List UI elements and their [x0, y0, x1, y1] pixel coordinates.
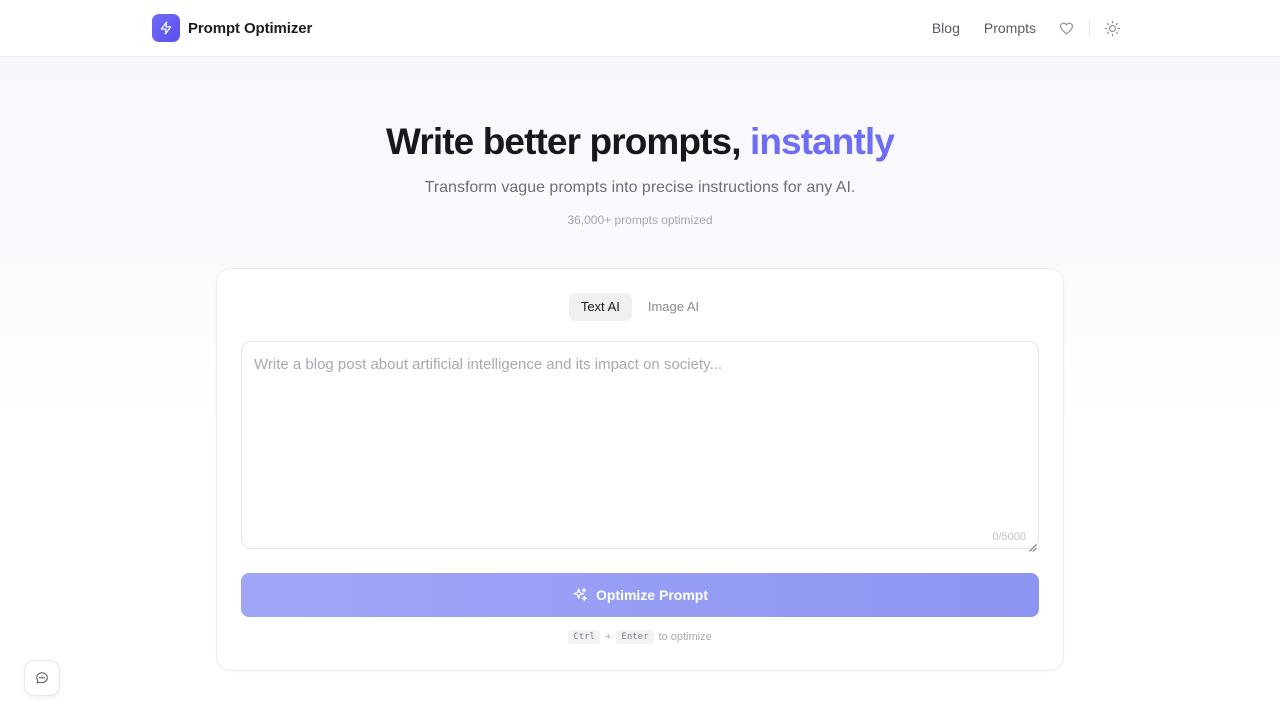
brand-name: Prompt Optimizer	[188, 19, 313, 37]
zap-icon	[152, 14, 180, 42]
chat-button[interactable]	[24, 660, 60, 696]
sparkles-icon	[572, 587, 588, 603]
nav-divider	[1089, 19, 1090, 37]
nav-link-prompts[interactable]: Prompts	[984, 20, 1036, 36]
resize-handle-icon[interactable]	[1029, 539, 1037, 552]
mode-tabs: Text AI Image AI	[217, 293, 1063, 321]
optimized-count: 36,000+ prompts optimized	[567, 213, 713, 227]
page-title: Write better prompts, instantly	[0, 120, 1280, 164]
brand-link[interactable]: Prompt Optimizer	[152, 14, 312, 42]
char-counter: 0/5000	[992, 531, 1026, 543]
optimize-prompt-label: Optimize Prompt	[595, 587, 708, 603]
kbd-enter: Enter	[616, 630, 654, 644]
nav-links: Blog Prompts	[932, 16, 1124, 40]
tab-image-ai[interactable]: Image AI	[636, 293, 711, 321]
top-navbar: Prompt Optimizer Blog Prompts	[0, 0, 1280, 57]
nav-link-blog[interactable]: Blog	[932, 20, 960, 36]
tab-text-ai[interactable]: Text AI	[568, 293, 632, 321]
kbd-plus: +	[604, 631, 612, 643]
chat-bubble-icon	[35, 671, 49, 685]
prompt-input[interactable]	[242, 342, 1038, 548]
heart-icon[interactable]	[1054, 16, 1078, 40]
page-subtitle: Transform vague prompts into precise ins…	[424, 179, 856, 196]
shortcut-suffix: to optimize	[658, 631, 712, 643]
prompt-box: 0/5000	[241, 341, 1039, 552]
page-title-accent: instantly	[749, 121, 895, 162]
kbd-ctrl: Ctrl	[568, 630, 600, 644]
optimizer-card: Text AI Image AI 0/5000 Optimize Prompt …	[216, 268, 1064, 671]
optimize-prompt-button[interactable]: Optimize Prompt	[241, 573, 1039, 617]
keyboard-shortcut-hint: Ctrl + Enter to optimize	[217, 630, 1063, 644]
sun-icon[interactable]	[1100, 16, 1124, 40]
page-title-main: Write better prompts,	[386, 121, 750, 162]
